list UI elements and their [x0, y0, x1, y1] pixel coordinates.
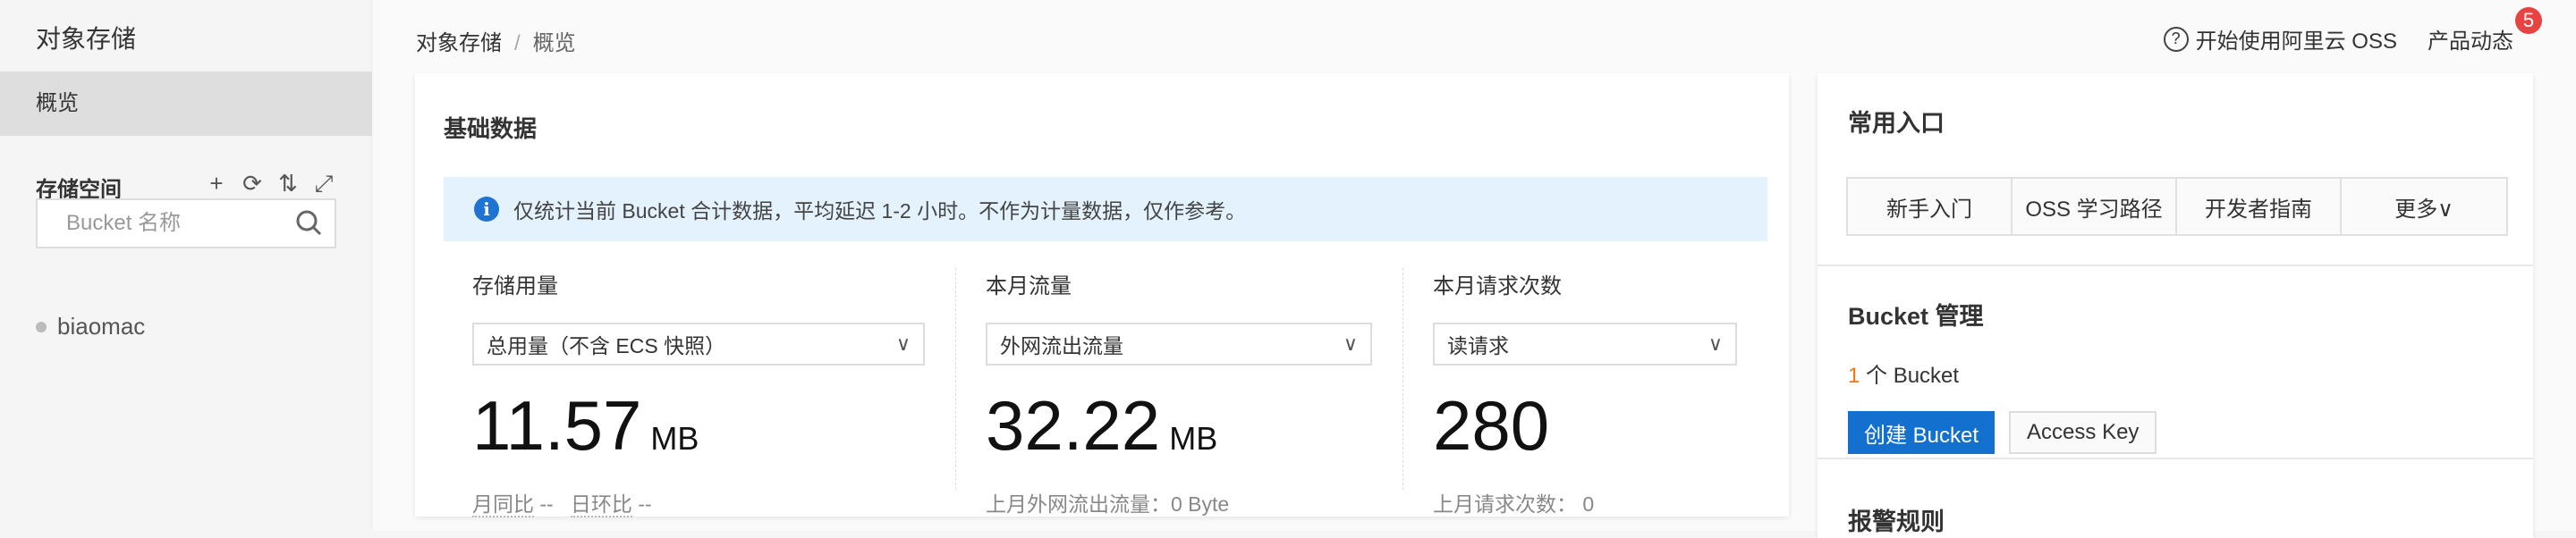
sidebar-title: 对象存储: [36, 25, 137, 53]
quick-links-section: 常用入口 新手入门 OSS 学习路径 开发者指南 更多∨: [1818, 73, 2533, 266]
stat-value: 11.57: [472, 386, 642, 465]
expand-icon[interactable]: ⤢: [313, 170, 335, 198]
yoy-value: --: [539, 492, 554, 516]
add-icon[interactable]: +: [206, 170, 227, 198]
dod-value: --: [638, 492, 652, 516]
stat-sub: 上月请求次数： 0: [1433, 492, 1595, 516]
bucket-search: [36, 198, 336, 248]
requests-select[interactable]: 读请求 ∨: [1433, 323, 1737, 366]
bucket-count: 1 个 Bucket: [1848, 357, 1959, 389]
quick-link-learning-path[interactable]: OSS 学习路径: [2012, 179, 2177, 234]
divider: [955, 268, 956, 490]
sidebar: 对象存储 概览 存储空间 + ⟳ ⇅ ⤢ biaomac: [0, 0, 372, 531]
question-icon: ?: [2163, 26, 2189, 52]
search-icon[interactable]: [295, 209, 322, 236]
stat-label: 本月请求次数: [1433, 274, 1562, 298]
main: 对象存储 / 概览 ? 开始使用阿里云 OSS 产品动态 5 基础数据 i 仅统计当前 B…: [373, 0, 2576, 538]
news-link[interactable]: 产品动态 5: [2428, 7, 2542, 55]
stat-storage: 存储用量 总用量（不含 ECS 快照） ∨ 11.57 MB 月同比 -- 日环比 …: [472, 268, 925, 517]
stat-value: 32.22: [986, 386, 1161, 465]
section-title: Bucket 管理: [1848, 303, 1984, 330]
news-link-label: 产品动态: [2428, 29, 2513, 54]
chevron-down-icon: ∨: [895, 332, 911, 355]
bucket-list-item[interactable]: biaomac: [36, 313, 145, 340]
quick-link-more[interactable]: 更多∨: [2342, 179, 2506, 234]
chevron-down-icon: ∨: [1707, 332, 1723, 355]
help-link[interactable]: ? 开始使用阿里云 OSS: [2163, 23, 2397, 55]
stat-requests: 本月请求次数 读请求 ∨ 280 上月请求次数： 0: [1433, 268, 1737, 517]
chevron-down-icon: ∨: [1343, 332, 1358, 355]
stat-label: 存储用量: [472, 274, 558, 298]
news-badge: 5: [2515, 7, 2542, 34]
stat-value: 280: [1433, 386, 1550, 465]
status-dot: [36, 321, 47, 332]
bucket-count-number: 1: [1848, 364, 1860, 388]
sidebar-item-overview[interactable]: 概览: [0, 71, 372, 136]
notice-text: 仅统计当前 Bucket 合计数据，平均延迟 1-2 小时。不作为计量数据，仅作…: [513, 199, 1247, 223]
select-value: 总用量（不含 ECS 快照）: [487, 334, 726, 357]
quick-link-getting-started[interactable]: 新手入门: [1848, 179, 2012, 234]
access-key-button[interactable]: Access Key: [2009, 411, 2157, 454]
bucket-count-label: 个 Bucket: [1860, 364, 1960, 388]
stat-unit: MB: [1169, 420, 1218, 457]
right-card: 常用入口 新手入门 OSS 学习路径 开发者指南 更多∨ Bucket 管理 1…: [1818, 73, 2533, 538]
stat-traffic: 本月流量 外网流出流量 ∨ 32.22 MB 上月外网流出流量：0 Byte: [986, 268, 1372, 517]
alarm-section-title: 报警规则: [1848, 509, 1945, 535]
traffic-select[interactable]: 外网流出流量 ∨: [986, 323, 1372, 366]
stat-label: 本月流量: [986, 274, 1072, 298]
yoy-label[interactable]: 月同比: [472, 492, 534, 517]
breadcrumb: 对象存储 / 概览: [416, 31, 576, 55]
dod-label[interactable]: 日环比: [570, 492, 632, 517]
sort-icon[interactable]: ⇅: [277, 170, 299, 198]
bucket-name: biaomac: [57, 313, 146, 340]
select-value: 外网流出流量: [1000, 334, 1123, 357]
quick-link-dev-guide[interactable]: 开发者指南: [2177, 179, 2342, 234]
select-value: 读请求: [1447, 334, 1509, 357]
info-notice: i 仅统计当前 Bucket 合计数据，平均延迟 1-2 小时。不作为计量数据，仅…: [444, 177, 1767, 241]
refresh-icon[interactable]: ⟳: [242, 170, 263, 198]
breadcrumb-root[interactable]: 对象存储: [416, 31, 502, 55]
section-title: 常用入口: [1848, 110, 1945, 137]
breadcrumb-current: 概览: [532, 31, 576, 55]
card-title: 基础数据: [444, 115, 538, 142]
stat-unit: MB: [650, 420, 699, 457]
basic-data-card: 基础数据 i 仅统计当前 Bucket 合计数据，平均延迟 1-2 小时。不作为计…: [415, 73, 1789, 517]
create-bucket-button[interactable]: 创建 Bucket: [1848, 411, 1996, 454]
help-link-label: 开始使用阿里云 OSS: [2195, 29, 2397, 54]
divider: [1402, 268, 1403, 490]
stat-sub: 上月外网流出流量：0 Byte: [986, 492, 1230, 516]
storage-select[interactable]: 总用量（不含 ECS 快照） ∨: [472, 323, 925, 366]
info-icon: i: [474, 197, 499, 222]
bucket-search-input[interactable]: [38, 200, 270, 247]
